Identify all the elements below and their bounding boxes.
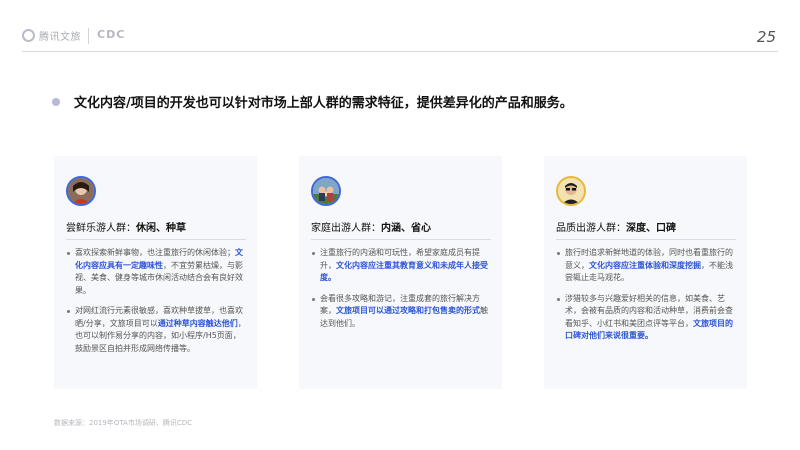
card-title-highlight: 深度、口碑 — [626, 223, 676, 234]
bullet-list: 喜欢探索新鲜事物，也注重旅行的休闲体验；文化内容应具有一定趣味性，不宜劳累枯燥，… — [67, 247, 247, 363]
card-title: 品质出游人群：深度、口碑 — [556, 219, 676, 234]
persona-card-trend-seekers: 尝鲜乐游人群：休闲、种草 喜欢探索新鲜事物，也注重旅行的休闲体验；文化内容应具有… — [54, 156, 257, 389]
card-divider — [66, 239, 246, 240]
headline-bullet-icon — [52, 97, 60, 106]
persona-photo-icon — [68, 178, 94, 204]
persona-photo-icon — [558, 178, 584, 204]
card-title: 家庭出游人群：内涵、省心 — [311, 219, 431, 234]
card-title-prefix: 家庭出游人群： — [311, 223, 381, 234]
avatar — [66, 176, 96, 206]
persona-card-family-travelers: 家庭出游人群：内涵、省心 注重旅行的内涵和可玩性，希望家庭成员有提升，文化内容应… — [299, 156, 502, 389]
headline-text: 文化内容/项目的开发也可以针对市场上部人群的需求特征，提供差异化的产品和服务。 — [74, 96, 573, 111]
card-divider — [556, 239, 736, 240]
bullet-list: 旅行时追求新鲜地道的体验，同时也看重旅行的意义，文化内容应注重体验和深度挖掘，不… — [557, 247, 737, 351]
logo-separator — [88, 28, 89, 44]
persona-photo-icon — [313, 178, 339, 204]
tencent-logo-icon — [22, 29, 35, 42]
list-item: 旅行时追求新鲜地道的体验，同时也看重旅行的意义，文化内容应注重体验和深度挖掘，不… — [557, 247, 737, 285]
header-rule — [22, 51, 778, 52]
cdc-logo: CDC — [97, 28, 126, 41]
persona-card-quality-travelers: 品质出游人群：深度、口碑 旅行时追求新鲜地道的体验，同时也看重旅行的意义，文化内… — [544, 156, 747, 389]
tencent-travel-logo: 腾讯文旅 — [22, 28, 81, 43]
bullet-list: 注重旅行的内涵和可玩性，希望家庭成员有提升，文化内容应注重其教育意义和未成年人接… — [312, 247, 492, 338]
card-title-highlight: 休闲、种草 — [136, 223, 186, 234]
headline: 文化内容/项目的开发也可以针对市场上部人群的需求特征，提供差异化的产品和服务。 — [52, 92, 573, 111]
bullet-dot-icon — [557, 297, 560, 301]
bullet-text: 喜欢探索新鲜事物，也注重旅行的休闲体验； — [75, 248, 235, 257]
bullet-emphasis: 文化内容应注重其教育意义和未成年人接受度。 — [320, 260, 488, 283]
avatar — [556, 176, 586, 206]
tencent-travel-logo-text: 腾讯文旅 — [39, 32, 81, 43]
card-title-highlight: 内涵、省心 — [381, 223, 431, 234]
avatar — [311, 176, 341, 206]
bullet-dot-icon — [67, 252, 70, 255]
card-title-prefix: 尝鲜乐游人群： — [66, 223, 136, 234]
bullet-dot-icon — [312, 297, 315, 301]
data-source-note: 数据来源：2019年OTA市场调研、腾讯CDC — [54, 419, 193, 427]
card-title: 尝鲜乐游人群：休闲、种草 — [66, 219, 186, 234]
list-item: 会看很多攻略和游记，注重成套的旅行解决方案，文旅项目可以通过攻略和打包售卖的形式… — [312, 293, 492, 331]
page-number: 25 — [756, 28, 776, 46]
bullet-emphasis: 文旅项目可以通过攻略和打包售卖的形式 — [336, 306, 480, 315]
header: 腾讯文旅 CDC 25 — [0, 0, 800, 52]
bullet-dot-icon — [312, 252, 315, 255]
list-item: 涉猎较多与兴趣爱好相关的信息，如美食、艺术，会被有品质的内容和活动种草，消费前会… — [557, 293, 737, 343]
card-divider — [311, 239, 491, 240]
bullet-emphasis: 文化内容应注重体验和深度挖掘 — [589, 260, 701, 270]
card-title-prefix: 品质出游人群： — [556, 223, 626, 234]
list-item: 喜欢探索新鲜事物，也注重旅行的休闲体验；文化内容应具有一定趣味性，不宜劳累枯燥，… — [67, 247, 247, 297]
bullet-dot-icon — [67, 310, 70, 313]
bullet-dot-icon — [557, 252, 560, 255]
bullet-emphasis: 通过种草内容触达他们 — [157, 318, 238, 328]
list-item: 注重旅行的内涵和可玩性，希望家庭成员有提升，文化内容应注重其教育意义和未成年人接… — [312, 247, 492, 285]
list-item: 对网红流行元素很敏感，喜欢种草拔草，也喜欢晒/分享，文旅项目可以通过种草内容触达… — [67, 305, 247, 355]
